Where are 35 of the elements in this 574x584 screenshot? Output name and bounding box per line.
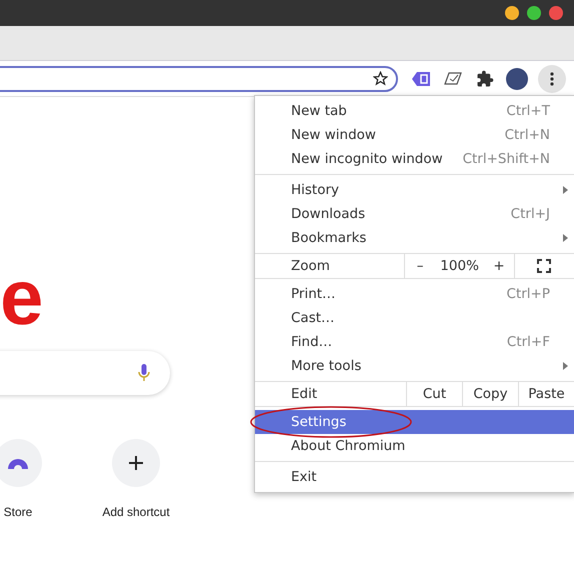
menu-item[interactable]: Print… Ctrl+P <box>255 282 574 306</box>
store-icon <box>8 457 28 469</box>
avatar[interactable] <box>506 68 528 90</box>
star-icon[interactable] <box>373 71 388 86</box>
menu-item[interactable]: About Chromium <box>255 434 574 458</box>
menu-item[interactable]: Cast… <box>255 306 574 330</box>
shortcut-label[interactable]: Add shortcut <box>102 505 170 519</box>
menu-button[interactable] <box>538 64 566 92</box>
menu-item[interactable]: More tools <box>255 354 574 378</box>
menu-item[interactable]: Exit <box>255 465 574 489</box>
microphone-icon[interactable] <box>138 364 150 382</box>
plus-icon <box>129 456 143 470</box>
zoom-level: 100% <box>439 257 480 276</box>
close-control[interactable] <box>549 6 563 20</box>
shortcut-label[interactable]: Store <box>4 505 32 519</box>
menu-item[interactable]: New window Ctrl+N <box>255 123 574 147</box>
menu-item[interactable]: Find… Ctrl+F <box>255 330 574 354</box>
zoom-in-button[interactable]: + <box>484 254 514 278</box>
menu-item[interactable]: History <box>255 178 574 202</box>
address-bar[interactable] <box>0 66 398 92</box>
fullscreen-icon[interactable] <box>537 259 552 273</box>
menu-item[interactable]: Bookmarks <box>255 226 574 250</box>
shortcut-tile[interactable] <box>112 439 160 487</box>
shortcut-tile[interactable] <box>0 439 42 487</box>
minimize-control[interactable] <box>505 6 519 20</box>
menu-item[interactable]: Downloads Ctrl+J <box>255 202 574 226</box>
logo: e <box>0 267 44 327</box>
zoom-out-button[interactable]: – <box>405 254 435 278</box>
menu-item[interactable]: New incognito window Ctrl+Shift+N <box>255 147 574 171</box>
edit-button[interactable]: Paste <box>518 382 574 406</box>
maximize-control[interactable] <box>527 6 541 20</box>
more-icon <box>550 72 554 86</box>
puzzle-icon[interactable] <box>476 70 494 88</box>
tag-icon[interactable] <box>412 72 430 86</box>
menu-item[interactable]: New tab Ctrl+T <box>255 99 574 123</box>
